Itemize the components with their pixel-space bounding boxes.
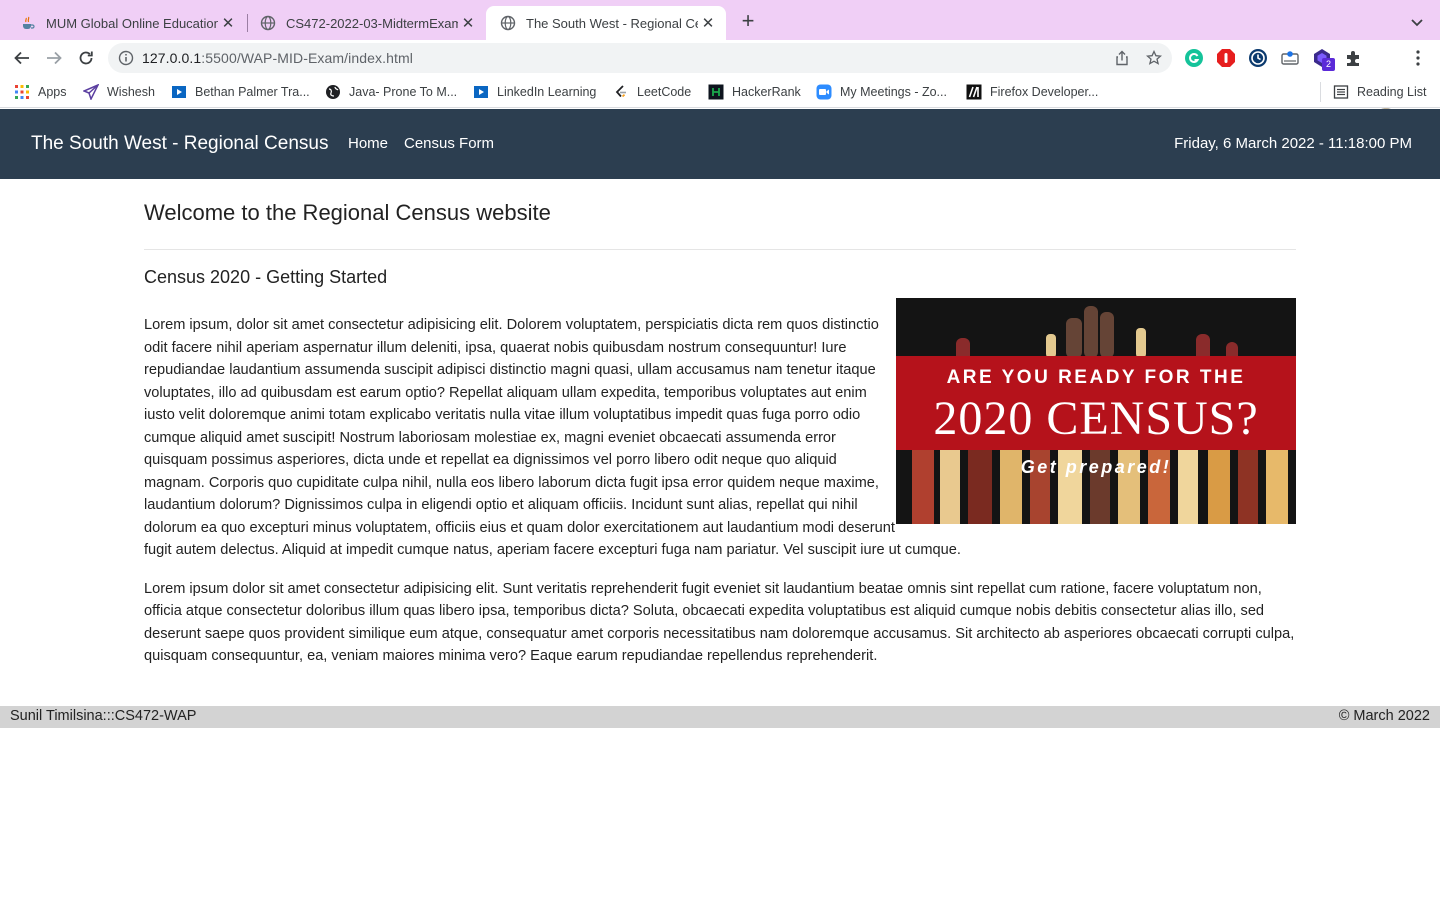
bookmark-zoom-meetings[interactable]: My Meetings - Zo... xyxy=(816,83,947,101)
bookmark-label: Firefox Developer... xyxy=(990,85,1099,99)
apps-grid-icon xyxy=(14,84,30,100)
banner-line-2: 2020 CENSUS? xyxy=(933,392,1258,445)
extension-badge: 2 xyxy=(1322,58,1335,71)
footer-copyright: © March 2022 xyxy=(1338,708,1430,724)
reading-list-button[interactable]: Reading List xyxy=(1333,83,1427,101)
tab-search-chevron-icon[interactable] xyxy=(1406,12,1428,34)
back-button[interactable] xyxy=(10,46,34,70)
zoom-icon xyxy=(816,84,832,100)
census-banner-image: ARE YOU READY FOR THE 2020 CENSUS? Get p… xyxy=(896,298,1296,524)
article-body: ARE YOU READY FOR THE 2020 CENSUS? Get p… xyxy=(144,298,1296,684)
banner-line-3: Get prepared! xyxy=(1021,457,1172,477)
tab-mum-global[interactable]: MUM Global Online Education ... ✕ xyxy=(6,6,246,40)
bookmarks-bar: Apps Wishesh Bethan Palmer Tra... Java- … xyxy=(0,76,1440,108)
forward-button[interactable] xyxy=(42,46,66,70)
bookmark-hackerrank[interactable]: HackerRank xyxy=(708,83,801,101)
back-arrow-icon xyxy=(14,51,29,65)
tab-title: MUM Global Online Education ... xyxy=(46,15,218,31)
screenshot-extension-icon[interactable] xyxy=(1280,48,1300,68)
bookmark-label: HackerRank xyxy=(732,85,801,99)
grammarly-icon[interactable] xyxy=(1184,48,1204,68)
adblock-icon[interactable] xyxy=(1216,48,1236,68)
extensions-puzzle-icon[interactable] xyxy=(1344,48,1364,68)
close-tab-icon[interactable]: ✕ xyxy=(458,13,478,33)
current-datetime: Friday, 6 March 2022 - 11:18:00 PM xyxy=(1174,135,1412,152)
bookmark-star-icon[interactable] xyxy=(1146,50,1162,66)
bookmark-label: LeetCode xyxy=(637,85,692,99)
new-tab-button[interactable]: + xyxy=(736,10,760,34)
reload-icon xyxy=(79,51,93,65)
tab-midterm-exam[interactable]: CS472-2022-03-MidtermExam ✕ xyxy=(246,6,486,40)
bookmark-firefox-developer[interactable]: Firefox Developer... xyxy=(966,83,1098,101)
banner-line-1: ARE YOU READY FOR THE xyxy=(947,367,1246,388)
java-cup-icon xyxy=(20,15,36,31)
paper-plane-icon xyxy=(83,84,99,100)
bookmark-label: Java- Prone To M... xyxy=(349,85,458,99)
address-bar[interactable]: 127.0.0.1:5500/WAP-MID-Exam/index.html xyxy=(108,43,1172,73)
browser-menu-button[interactable] xyxy=(1410,48,1426,68)
globe-icon xyxy=(500,15,516,31)
bookmark-label: Bethan Palmer Tra... xyxy=(195,85,310,99)
video-icon xyxy=(171,84,187,100)
page-title: Welcome to the Regional Census website xyxy=(144,200,551,225)
bookmark-java-prone[interactable]: Java- Prone To M... xyxy=(325,83,457,101)
site-footer: Sunil Timilsina:::CS472-WAP © March 2022 xyxy=(0,706,1440,728)
hackerrank-icon xyxy=(708,84,724,100)
bookmark-linkedin-learning[interactable]: LinkedIn Learning xyxy=(473,83,596,101)
mdn-icon xyxy=(966,84,982,100)
census-banner-graphic: ARE YOU READY FOR THE 2020 CENSUS? Get p… xyxy=(896,298,1296,524)
nav-home-link[interactable]: Home xyxy=(348,135,388,152)
bookmark-label: My Meetings - Zo... xyxy=(840,85,947,99)
bookmark-bethan-palmer[interactable]: Bethan Palmer Tra... xyxy=(171,83,310,101)
tab-title: CS472-2022-03-MidtermExam xyxy=(286,15,458,31)
section-heading: Census 2020 - Getting Started xyxy=(144,267,388,287)
browser-toolbar: 127.0.0.1:5500/WAP-MID-Exam/index.html 2 xyxy=(0,40,1440,109)
globe-icon xyxy=(325,84,341,100)
footer-author: Sunil Timilsina:::CS472-WAP xyxy=(10,708,197,724)
close-tab-icon[interactable]: ✕ xyxy=(698,13,718,33)
more-vertical-icon xyxy=(1416,50,1420,66)
tab-title: The South West - Regional Cer xyxy=(526,15,698,31)
bookmark-label: Apps xyxy=(38,85,67,99)
extension-with-badge[interactable]: 2 xyxy=(1312,48,1336,72)
tab-south-west-census[interactable]: The South West - Regional Cer ✕ xyxy=(486,6,726,40)
bookmark-wishesh[interactable]: Wishesh xyxy=(83,83,155,101)
site-brand[interactable]: The South West - Regional Census xyxy=(31,133,328,155)
url-path: :5500/WAP-MID-Exam/index.html xyxy=(201,50,413,66)
bookmark-label: LinkedIn Learning xyxy=(497,85,597,99)
video-icon xyxy=(473,84,489,100)
share-icon[interactable] xyxy=(1114,50,1130,66)
clock-extension-icon[interactable] xyxy=(1248,48,1268,68)
section-divider xyxy=(144,249,1296,250)
reading-list-icon xyxy=(1333,84,1349,100)
reload-button[interactable] xyxy=(74,46,98,70)
site-header: The South West - Regional Census Home Ce… xyxy=(0,109,1440,179)
bookmarks-divider xyxy=(1320,82,1321,102)
tab-strip: MUM Global Online Education ... ✕ CS472-… xyxy=(0,0,1440,40)
forward-arrow-icon xyxy=(47,51,62,65)
bookmark-apps[interactable]: Apps xyxy=(14,83,67,101)
reading-list-label: Reading List xyxy=(1357,85,1427,99)
bookmark-label: Wishesh xyxy=(107,85,155,99)
bookmark-leetcode[interactable]: LeetCode xyxy=(613,83,691,101)
globe-icon xyxy=(260,15,276,31)
nav-census-form-link[interactable]: Census Form xyxy=(404,135,494,152)
url-text: 127.0.0.1:5500/WAP-MID-Exam/index.html xyxy=(142,50,413,66)
site-info-icon[interactable] xyxy=(118,50,134,66)
url-host: 127.0.0.1 xyxy=(142,50,202,66)
close-tab-icon[interactable]: ✕ xyxy=(218,13,238,33)
leetcode-icon xyxy=(613,84,629,100)
paragraph-2: Lorem ipsum dolor sit amet consectetur a… xyxy=(144,580,1295,665)
